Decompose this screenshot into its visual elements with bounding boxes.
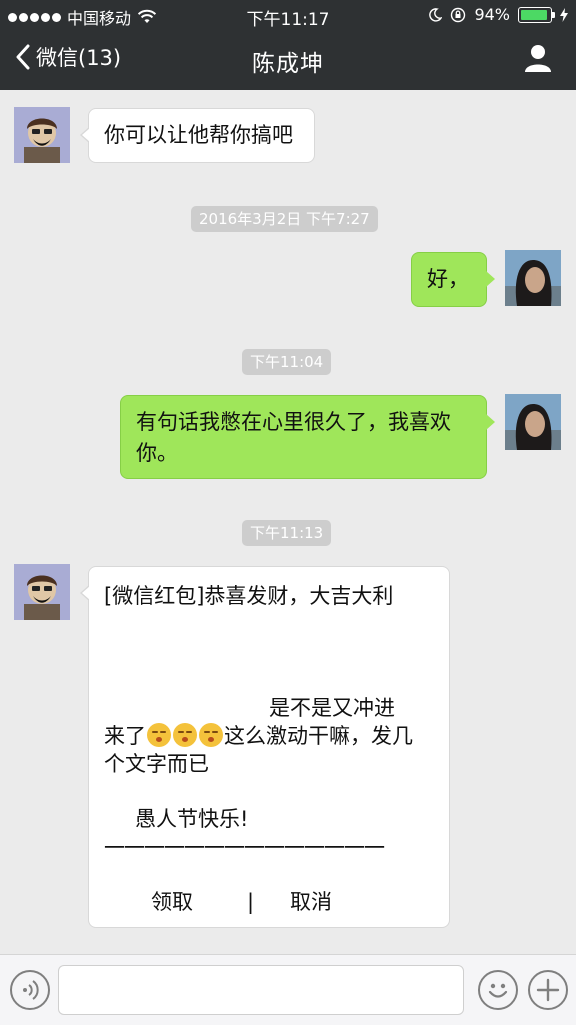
contact-avatar[interactable] — [14, 564, 70, 620]
message-text-line: 愚人节快乐! — [135, 807, 249, 831]
dash-line: 一一一一一一一一一一一一一一 — [104, 836, 385, 860]
message-text: 你可以让他帮你搞吧 — [104, 123, 293, 147]
message-text-line: 你。 — [136, 441, 178, 465]
message-text-line: 有句话我憋在心里很久了，我喜欢 — [136, 410, 451, 434]
emoji-icon — [488, 983, 508, 998]
action-separator: | — [247, 890, 255, 914]
lock-rotation-icon — [451, 7, 466, 22]
exhausted-face-icon — [199, 723, 223, 747]
voice-icon — [23, 980, 39, 1000]
timestamp: 下午11:04 — [242, 349, 332, 375]
message-bubble-sent[interactable]: 有句话我憋在心里很久了，我喜欢 你。 — [120, 395, 495, 479]
exhausted-face-icon — [147, 723, 171, 747]
accept-link[interactable]: 领取 — [151, 887, 193, 918]
message-bubble[interactable]: [微信红包]恭喜发财，大吉大利 是不是又冲进 来了 这么激动干嘛，发几 个文字而已… — [80, 566, 450, 928]
message-text-line: [微信红包]恭喜发财，大吉大利 — [104, 584, 394, 608]
self-avatar[interactable] — [505, 394, 561, 450]
input-bar — [0, 954, 576, 1025]
nav-bar: 微信(13) 陈成坤 — [0, 30, 576, 90]
emoji-button[interactable] — [478, 970, 518, 1010]
exhausted-face-icon — [173, 723, 197, 747]
profile-icon[interactable] — [522, 42, 554, 74]
message-text: 好， — [427, 267, 469, 291]
chat-title: 陈成坤 — [252, 51, 324, 77]
voice-button[interactable] — [10, 970, 50, 1010]
plus-icon — [536, 978, 560, 1002]
moon-icon — [429, 7, 443, 22]
cancel-link[interactable]: 取消 — [290, 887, 332, 918]
message-text-line: 是不是又冲进 — [269, 696, 395, 720]
more-button[interactable] — [528, 970, 568, 1010]
message-input[interactable] — [58, 965, 464, 1015]
charging-icon — [560, 7, 568, 22]
self-avatar[interactable] — [505, 250, 561, 306]
timestamp: 下午11:13 — [242, 520, 332, 546]
message-text-line: 个文字而已 — [104, 752, 209, 776]
status-bar: 中国移动 下午11:17 94% — [0, 0, 576, 30]
status-right: 94% — [428, 5, 568, 24]
battery-percent: 94% — [474, 5, 510, 24]
battery-icon — [518, 6, 555, 23]
message-text-line: 来了 这么激动干嘛，发几 — [104, 723, 413, 748]
contact-avatar[interactable] — [14, 107, 70, 163]
message-bubble[interactable]: 你可以让他帮你搞吧 — [80, 108, 315, 163]
timestamp: 2016年3月2日 下午7:27 — [191, 206, 378, 232]
message-bubble-sent[interactable]: 好， — [411, 252, 495, 307]
